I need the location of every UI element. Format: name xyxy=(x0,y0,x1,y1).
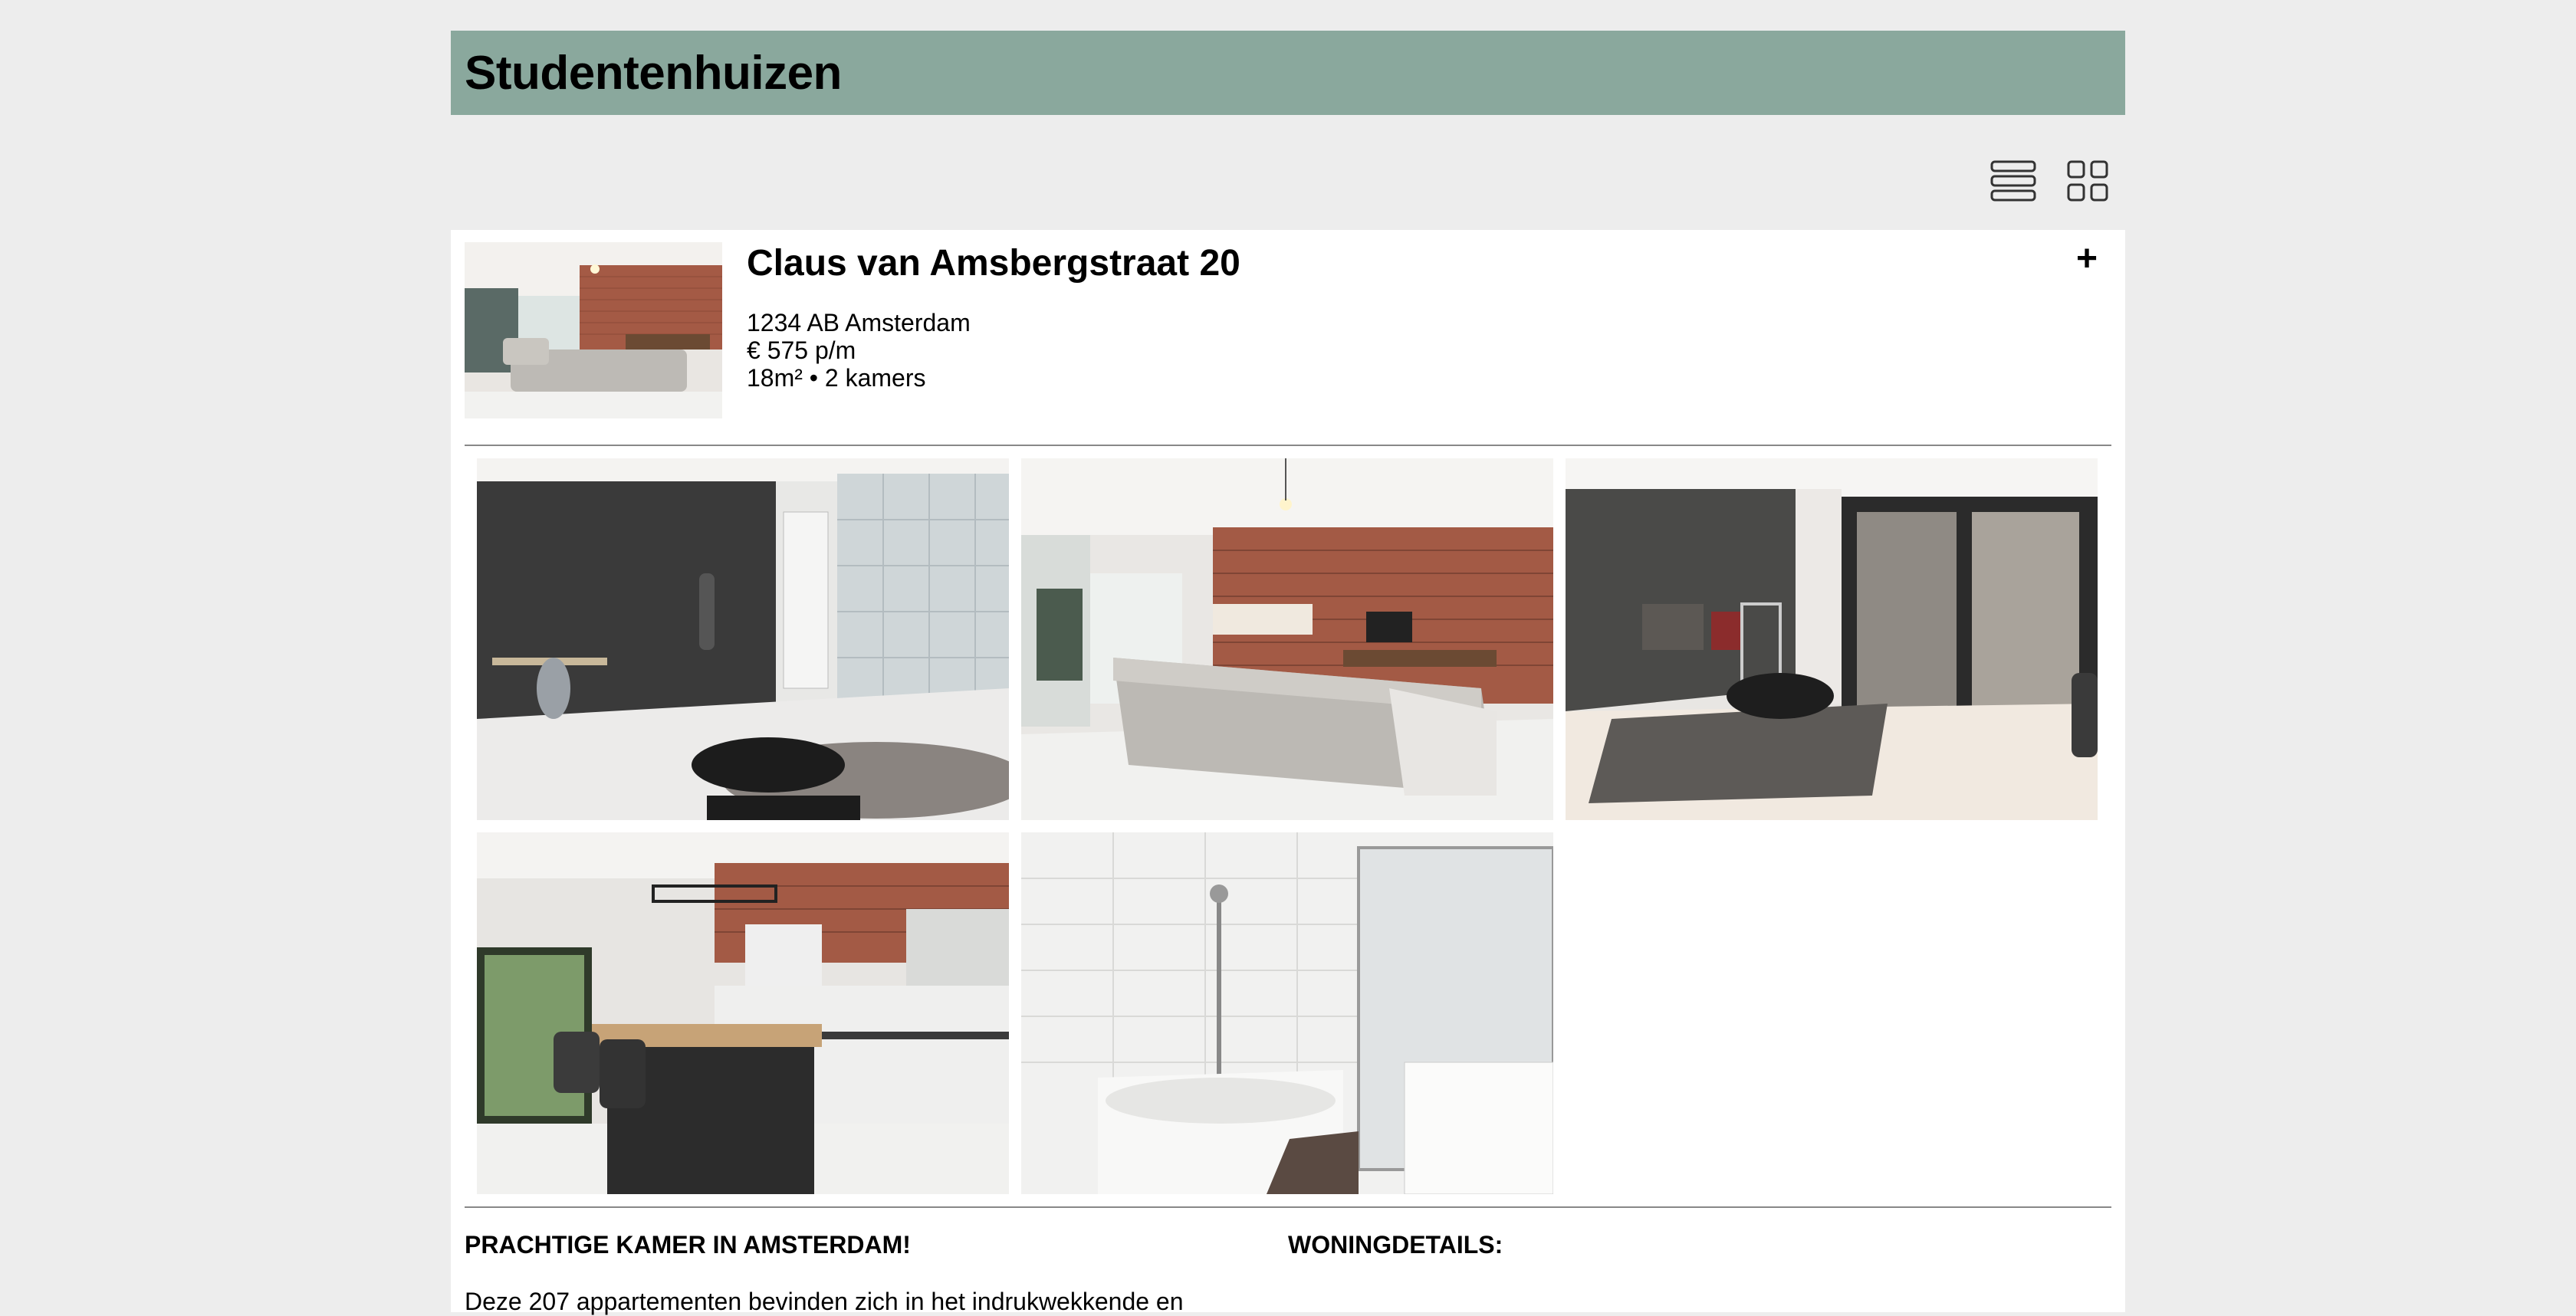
listing-info: Claus van Amsbergstraat 20 1234 AB Amste… xyxy=(747,242,1240,420)
description-column: PRACHTIGE KAMER IN AMSTERDAM! Deze 207 a… xyxy=(465,1231,1288,1316)
listing-card: Claus van Amsbergstraat 20 1234 AB Amste… xyxy=(451,230,2125,1315)
expand-button[interactable]: + xyxy=(2076,241,2098,277)
listing-postal-city: 1234 AB Amsterdam xyxy=(747,308,971,336)
details-column: WONINGDETAILS: xyxy=(1288,1231,2111,1316)
photo-gallery xyxy=(465,446,2111,1206)
gallery-photo-living-room[interactable] xyxy=(1021,458,1553,820)
description-heading: PRACHTIGE KAMER IN AMSTERDAM! xyxy=(465,1231,911,1259)
list-view-icon[interactable] xyxy=(1990,159,2036,202)
listing-size-rooms: 18m² • 2 kamers xyxy=(747,363,926,392)
page: Studentenhuizen Claus van Amsbergstraat … xyxy=(451,31,2125,1315)
details-section: PRACHTIGE KAMER IN AMSTERDAM! Deze 207 a… xyxy=(465,1231,2111,1316)
listing-thumbnail[interactable] xyxy=(465,242,722,418)
divider xyxy=(465,1206,2111,1208)
listing-price: € 575 p/m xyxy=(747,336,856,364)
gallery-photo-kitchen[interactable] xyxy=(477,832,1009,1194)
details-heading: WONINGDETAILS: xyxy=(1288,1231,1503,1259)
view-toolbar xyxy=(451,115,2125,230)
gallery-photo-workroom[interactable] xyxy=(477,458,1009,820)
gallery-photo-bathroom[interactable] xyxy=(1021,832,1553,1194)
description-text: Deze 207 appartementen bevinden zich in … xyxy=(465,1288,1184,1315)
listing-summary: Claus van Amsbergstraat 20 1234 AB Amste… xyxy=(465,241,2111,420)
grid-view-icon[interactable] xyxy=(2065,159,2111,202)
gallery-photo-lounge[interactable] xyxy=(1566,458,2098,820)
page-title: Studentenhuizen xyxy=(465,46,842,100)
listing-address[interactable]: Claus van Amsbergstraat 20 xyxy=(747,243,1240,284)
site-header: Studentenhuizen xyxy=(451,31,2125,115)
